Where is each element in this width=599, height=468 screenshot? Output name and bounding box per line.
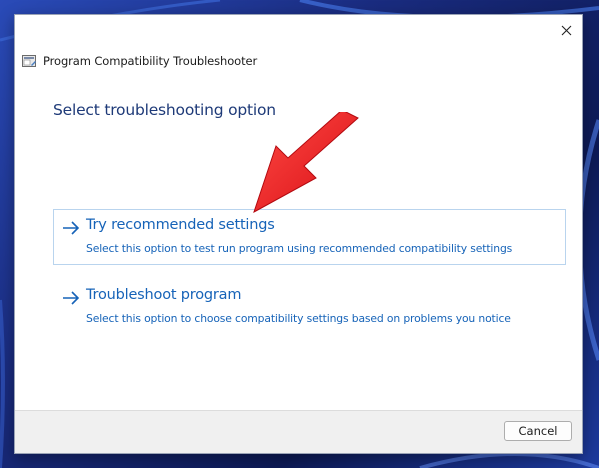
- close-icon: [561, 25, 571, 35]
- page-heading: Select troubleshooting option: [53, 101, 276, 119]
- troubleshooter-app-icon: [22, 54, 37, 68]
- option-title: Troubleshoot program: [86, 287, 242, 303]
- window-title-row: Program Compatibility Troubleshooter: [22, 52, 257, 70]
- arrow-right-icon: [63, 221, 80, 235]
- option-try-recommended-settings[interactable]: Try recommended settings Select this opt…: [53, 209, 566, 265]
- annotation-arrow: [253, 112, 359, 214]
- option-description: Select this option to test run program u…: [86, 242, 513, 255]
- dialog-footer: Cancel: [15, 410, 582, 453]
- option-title: Try recommended settings: [86, 217, 275, 233]
- option-description: Select this option to choose compatibili…: [86, 312, 511, 325]
- cancel-button[interactable]: Cancel: [504, 421, 572, 441]
- close-button[interactable]: [554, 19, 578, 41]
- troubleshooter-dialog: Program Compatibility Troubleshooter Sel…: [14, 14, 583, 454]
- window-title: Program Compatibility Troubleshooter: [43, 54, 258, 68]
- option-troubleshoot-program[interactable]: Troubleshoot program Select this option …: [53, 279, 566, 335]
- arrow-right-icon: [63, 291, 80, 305]
